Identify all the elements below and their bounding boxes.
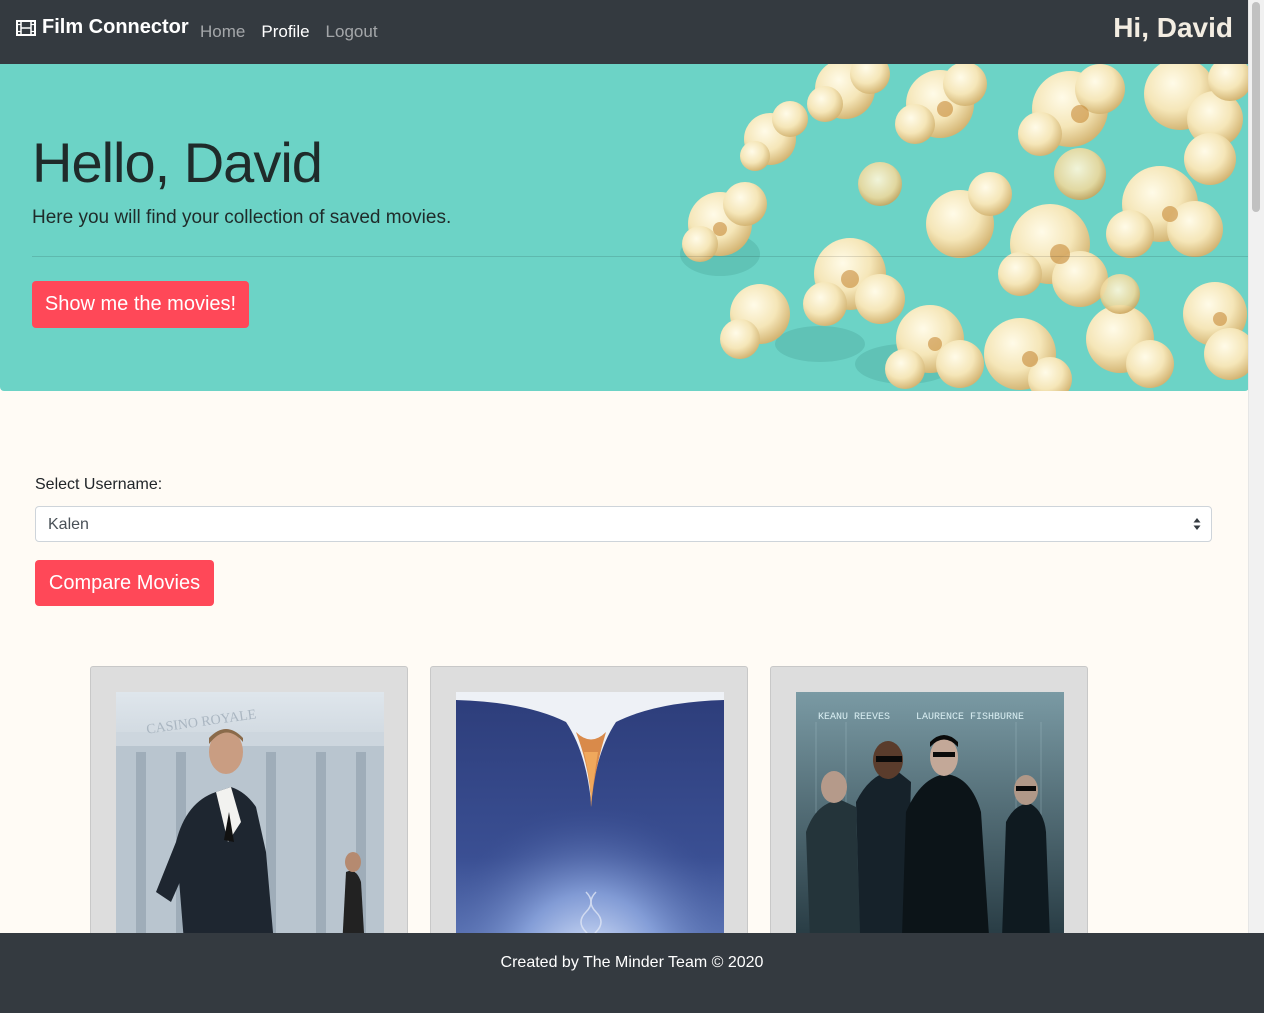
scrollbar-thumb[interactable] [1252, 2, 1260, 212]
username-select-value: Kalen [48, 516, 89, 533]
hero-title: Hello, David [32, 131, 323, 194]
show-movies-button[interactable]: Show me the movies! [32, 281, 249, 328]
casino-royale-poster[interactable]: CASINO ROYALE [116, 692, 384, 967]
select-username-label: Select Username: [35, 476, 163, 493]
hero-divider [32, 256, 1249, 257]
the-matrix-poster[interactable]: KEANU REEVES LAURENCE FISHBURNE [796, 692, 1064, 967]
page: Film Connector Home Profile Logout Hi, D… [0, 0, 1264, 1013]
matrix-poster-text-right: LAURENCE FISHBURNE [916, 712, 1024, 723]
hero-banner: Hello, David Here you will find your col… [0, 64, 1249, 391]
film-icon [16, 19, 36, 36]
nav-profile-link[interactable]: Profile [261, 22, 309, 42]
select-arrows-icon [1193, 518, 1201, 530]
nav-links: Home Profile Logout [200, 22, 378, 42]
brand-name: Film Connector [42, 16, 189, 38]
movie-card[interactable]: KEANU REEVES LAURENCE FISHBURNE [770, 666, 1088, 967]
matrix-poster-text-left: KEANU REEVES [818, 712, 890, 723]
page-scrollbar[interactable] [1248, 0, 1264, 933]
compare-movies-button[interactable]: Compare Movies [35, 560, 214, 606]
footer-text: Created by The Minder Team © 2020 [500, 954, 764, 971]
nav-home-link[interactable]: Home [200, 22, 245, 42]
nav-logout-link[interactable]: Logout [326, 22, 378, 42]
brand-link[interactable]: Film Connector [16, 16, 189, 39]
username-select[interactable]: Kalen [35, 506, 1212, 542]
footer: Created by The Minder Team © 2020 [0, 933, 1264, 1013]
hero-lead: Here you will find your collection of sa… [32, 207, 452, 228]
movie-card[interactable]: CASINO ROYALE [90, 666, 408, 967]
user-greeting: Hi, David [1113, 12, 1233, 43]
movie-card[interactable] [430, 666, 748, 967]
blue-abstract-poster[interactable] [456, 692, 724, 967]
navbar: Film Connector Home Profile Logout Hi, D… [0, 0, 1249, 64]
